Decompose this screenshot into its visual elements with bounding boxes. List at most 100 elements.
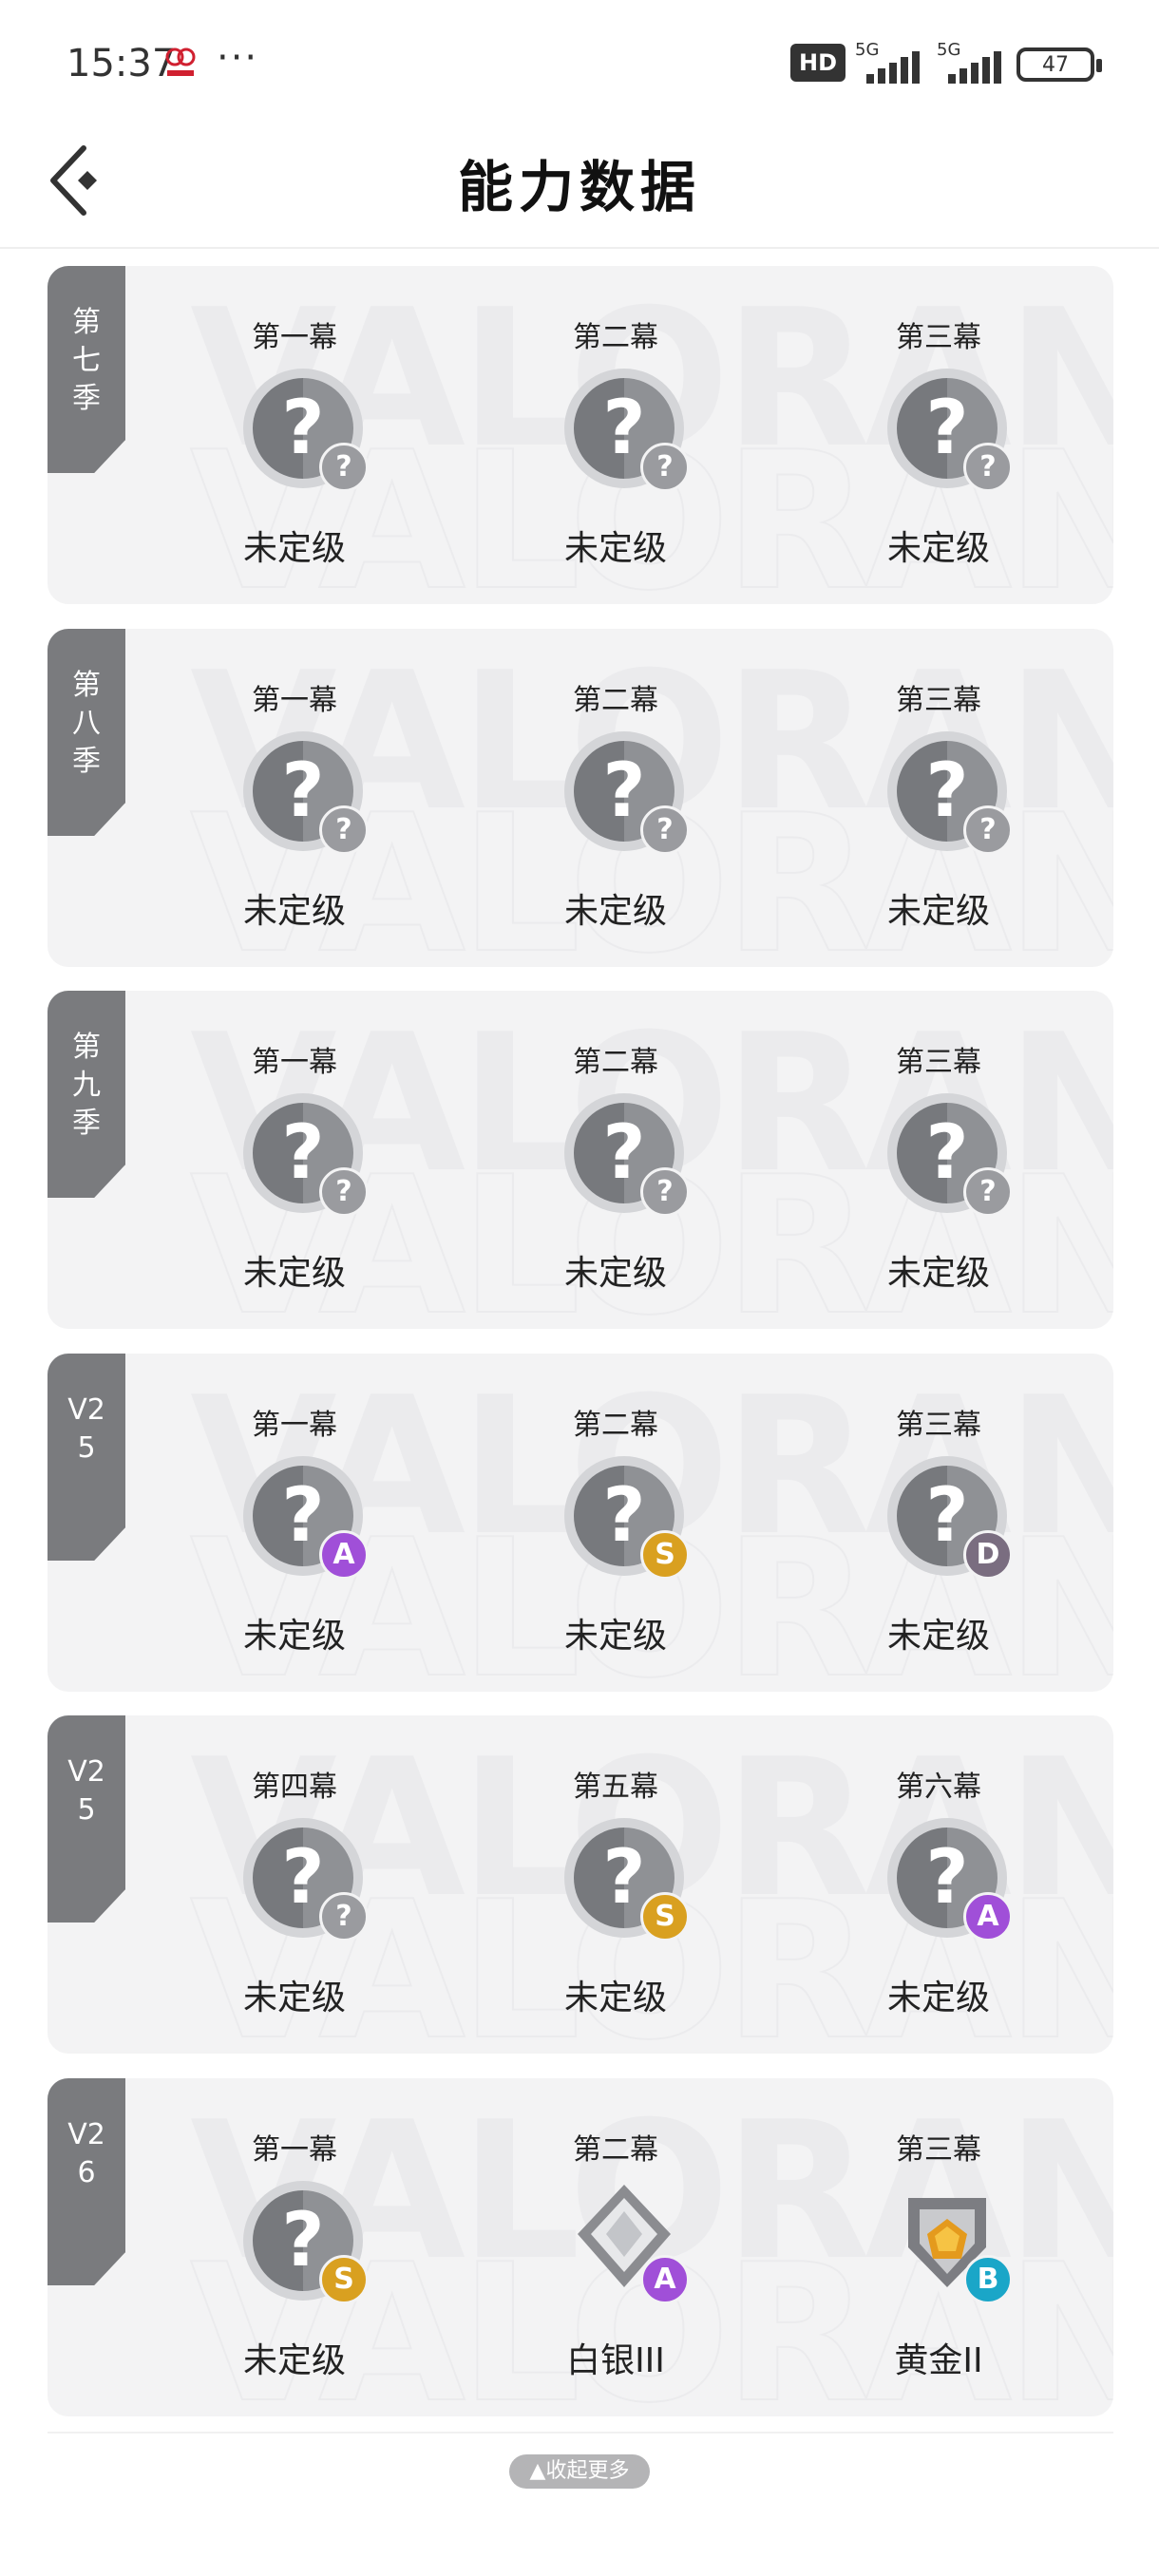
rank-label: 未定级 <box>563 1979 667 2017</box>
act-rank-item[interactable]: 第一幕?? 未定级 <box>180 991 408 1329</box>
act-label: 第二幕 <box>573 684 658 717</box>
rank-emblem: ? S <box>564 1818 690 1941</box>
act-rank-item[interactable]: 第四幕?? 未定级 <box>180 1715 408 2054</box>
act-rank-item[interactable]: 第六幕 ? A 未定级 <box>825 1715 1053 2054</box>
act-label: 第一幕 <box>252 1409 337 1442</box>
rank-emblem: ? A <box>243 1456 369 1580</box>
grade-badge: ? <box>963 805 1013 855</box>
season-card: VALORANTVALORANTV2 6第一幕?S未定级第二幕A白银III第三幕… <box>48 2078 1113 2416</box>
grade-badge: ? <box>319 1892 369 1941</box>
season-card: VALORANTVALORANT第 九 季第一幕??未定级第二幕??未定级第三幕… <box>48 991 1113 1329</box>
act-label: 第四幕 <box>252 1771 337 1804</box>
act-label: 第三幕 <box>896 684 981 717</box>
rank-label: 未定级 <box>242 1979 346 2017</box>
act-label: 第五幕 <box>573 1771 658 1804</box>
act-label: 第二幕 <box>573 321 658 354</box>
act-rank-item[interactable]: 第二幕?? 未定级 <box>502 266 730 604</box>
act-label: 第三幕 <box>896 1046 981 1079</box>
rank-label: 未定级 <box>886 1617 990 1656</box>
season-tag: 第 七 季 <box>48 266 125 473</box>
grade-badge: A <box>319 1530 369 1580</box>
hd-voice-icon: HD <box>790 44 846 82</box>
divider <box>48 2432 1113 2434</box>
grade-badge: ? <box>963 443 1013 492</box>
rank-label: 未定级 <box>563 1254 667 1293</box>
rank-emblem: ?? <box>564 731 690 855</box>
season-card: VALORANTVALORANT第 八 季第一幕??未定级第二幕??未定级第三幕… <box>48 629 1113 967</box>
signal-2-icon: 5G <box>937 40 1003 84</box>
rank-label: 未定级 <box>886 892 990 931</box>
act-rank-item[interactable]: 第一幕 ? S 未定级 <box>180 2078 408 2416</box>
rank-emblem: ?? <box>243 369 369 492</box>
act-label: 第六幕 <box>896 1771 981 1804</box>
grade-badge: D <box>963 1530 1013 1580</box>
battery-icon: 47 <box>1016 47 1102 82</box>
rank-emblem: B <box>887 2181 1013 2304</box>
act-rank-item[interactable]: 第三幕?? 未定级 <box>825 266 1053 604</box>
rank-label: 白银III <box>566 2341 665 2380</box>
act-rank-item[interactable]: 第二幕 A 白银III <box>502 2078 730 2416</box>
act-label: 第二幕 <box>573 1409 658 1442</box>
act-rank-item[interactable]: 第二幕?? 未定级 <box>502 991 730 1329</box>
rank-label: 未定级 <box>886 529 990 568</box>
act-rank-item[interactable]: 第二幕?? 未定级 <box>502 629 730 967</box>
rank-emblem: ? S <box>243 2181 369 2304</box>
season-tag: V2 6 <box>48 2078 125 2285</box>
grade-badge: ? <box>319 1167 369 1217</box>
act-label: 第一幕 <box>252 684 337 717</box>
rank-emblem: ? D <box>887 1456 1013 1580</box>
rank-emblem: ?? <box>564 1093 690 1217</box>
season-tag: V2 5 <box>48 1715 125 1923</box>
act-label: 第二幕 <box>573 1046 658 1079</box>
rank-emblem: ?? <box>564 369 690 492</box>
grade-badge: ? <box>319 443 369 492</box>
grade-badge: S <box>640 1530 690 1580</box>
collapse-more-button[interactable]: ▲收起更多 <box>509 2454 650 2489</box>
act-rank-item[interactable]: 第三幕 ? D 未定级 <box>825 1354 1053 1692</box>
rank-emblem: ? A <box>887 1818 1013 1941</box>
act-label: 第一幕 <box>252 321 337 354</box>
rank-emblem: A <box>564 2181 690 2304</box>
grade-badge: ? <box>640 443 690 492</box>
season-card: VALORANTVALORANTV2 5第四幕??未定级第五幕?S未定级第六幕?… <box>48 1715 1113 2054</box>
rank-emblem: ?? <box>887 731 1013 855</box>
season-card: VALORANTVALORANTV2 5第一幕?A未定级第二幕?S未定级第三幕?… <box>48 1354 1113 1692</box>
act-rank-item[interactable]: 第一幕 ? A 未定级 <box>180 1354 408 1692</box>
act-rank-item[interactable]: 第一幕?? 未定级 <box>180 266 408 604</box>
act-label: 第二幕 <box>573 2133 658 2167</box>
rank-label: 未定级 <box>886 1254 990 1293</box>
signal-1-icon: 5G <box>855 40 922 84</box>
rank-label: 未定级 <box>563 529 667 568</box>
rank-label: 未定级 <box>242 1617 346 1656</box>
rank-emblem: ?? <box>243 731 369 855</box>
rank-label: 未定级 <box>563 1617 667 1656</box>
act-rank-item[interactable]: 第三幕?? 未定级 <box>825 629 1053 967</box>
grade-badge: ? <box>319 805 369 855</box>
season-tag: 第 八 季 <box>48 629 125 836</box>
act-rank-item[interactable]: 第二幕 ? S 未定级 <box>502 1354 730 1692</box>
act-label: 第三幕 <box>896 2133 981 2167</box>
grade-badge: ? <box>963 1167 1013 1217</box>
status-bar: 15:37 ··· HD 5G 5G 47 <box>0 0 1159 123</box>
act-rank-item[interactable]: 第三幕?? 未定级 <box>825 991 1053 1329</box>
rank-label: 未定级 <box>563 892 667 931</box>
rank-label: 未定级 <box>886 1979 990 2017</box>
grade-badge: ? <box>640 1167 690 1217</box>
grade-badge: S <box>319 2255 369 2304</box>
rank-label: 未定级 <box>242 892 346 931</box>
rank-label: 未定级 <box>242 2341 346 2380</box>
act-label: 第三幕 <box>896 321 981 354</box>
rank-label: 未定级 <box>242 529 346 568</box>
act-rank-item[interactable]: 第五幕 ? S 未定级 <box>502 1715 730 2054</box>
carrier-logo-icon <box>165 47 196 76</box>
grade-badge: ? <box>640 805 690 855</box>
rank-emblem: ?? <box>887 369 1013 492</box>
act-rank-item[interactable]: 第一幕?? 未定级 <box>180 629 408 967</box>
grade-badge: S <box>640 1892 690 1941</box>
season-card: VALORANTVALORANT第 七 季第一幕??未定级第二幕??未定级第三幕… <box>48 266 1113 604</box>
act-rank-item[interactable]: 第三幕 B 黄金II <box>825 2078 1053 2416</box>
rank-label: 未定级 <box>242 1254 346 1293</box>
rank-emblem: ?? <box>887 1093 1013 1217</box>
rank-emblem: ? S <box>564 1456 690 1580</box>
grade-badge: A <box>963 1892 1013 1941</box>
